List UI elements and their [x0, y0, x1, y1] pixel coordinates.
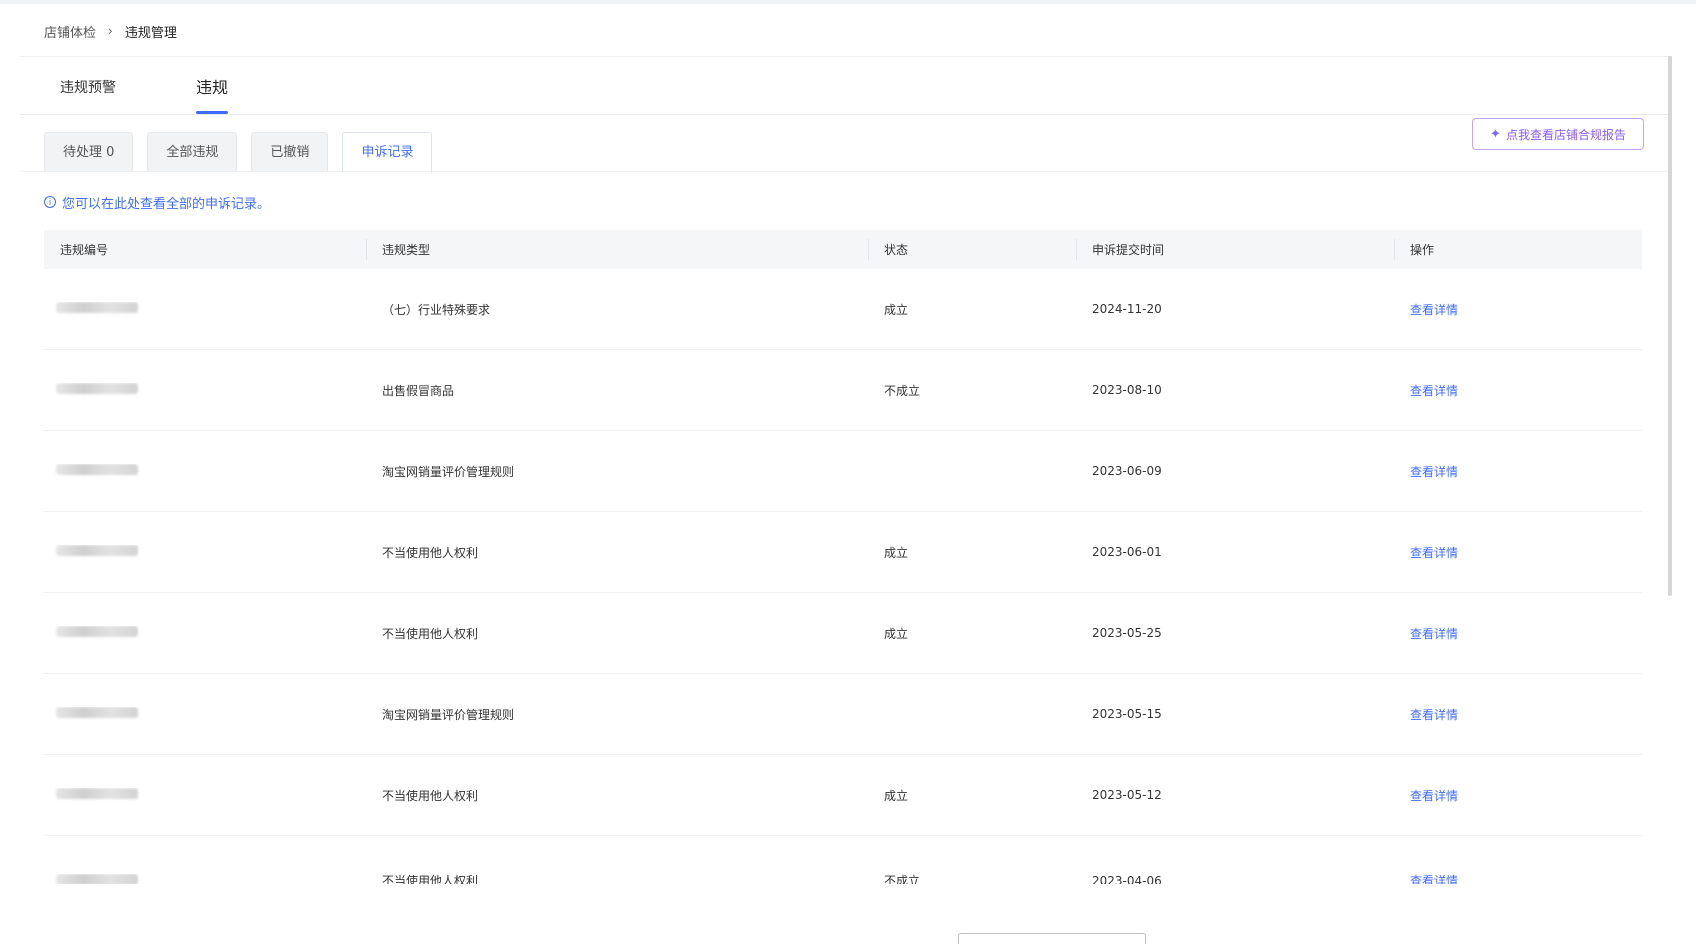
status-cell: 不成立 — [884, 874, 921, 884]
tab-violation-warning[interactable]: 违规预警 — [20, 62, 156, 114]
violation-type-cell: （七）行业特殊要求 — [382, 302, 491, 317]
vertical-scrollbar[interactable] — [1668, 56, 1672, 596]
column-header-submit-time: 申诉提交时间 — [1076, 230, 1394, 269]
view-details-link[interactable]: 查看详情 — [1410, 708, 1458, 722]
view-details-link[interactable]: 查看详情 — [1410, 465, 1458, 479]
appeal-records-table: 违规编号 违规类型 状态 申诉提交时间 操作 （七）行业特殊要求 成立 2024… — [44, 230, 1642, 884]
table-header: 违规编号 违规类型 状态 申诉提交时间 操作 — [44, 230, 1642, 269]
redacted-id — [56, 788, 138, 799]
violation-type-cell: 淘宝网销量评价管理规则 — [382, 707, 515, 722]
violation-type-cell: 不当使用他人权利 — [382, 626, 479, 641]
table-row: 出售假冒商品 不成立 2023-08-10 查看详情 — [44, 350, 1642, 431]
table-row: 不当使用他人权利 成立 2023-06-01 查看详情 — [44, 512, 1642, 593]
divider — [20, 171, 1672, 172]
main-tabs: 违规预警 违规 — [20, 62, 268, 114]
sub-tabs: 待处理 0 全部违规 已撤销 申诉记录 — [44, 132, 433, 173]
table-row: 不当使用他人权利 成立 2023-05-25 查看详情 — [44, 593, 1642, 674]
violation-id-cell — [44, 302, 366, 316]
submit-time-cell: 2023-06-01 — [1092, 545, 1162, 559]
top-border — [0, 0, 1696, 4]
chevron-right-icon: › — [108, 24, 113, 38]
violation-id-cell — [44, 464, 366, 478]
sparkle-icon: ✦ — [1490, 126, 1501, 142]
info-tip: i 您可以在此处查看全部的申诉记录。 — [44, 192, 270, 212]
redacted-id — [56, 874, 138, 884]
status-cell: 成立 — [884, 788, 909, 803]
violation-id-cell — [44, 788, 366, 802]
status-cell: 成立 — [884, 626, 909, 641]
subtab-revoked[interactable]: 已撤销 — [251, 132, 329, 172]
violation-type-cell: 不当使用他人权利 — [382, 545, 479, 560]
table-row: 不当使用他人权利 成立 2023-05-12 查看详情 — [44, 755, 1642, 836]
view-details-link[interactable]: 查看详情 — [1410, 546, 1458, 560]
breadcrumb-item-shop-check[interactable]: 店铺体检 — [44, 22, 96, 41]
violation-id-cell — [44, 626, 366, 640]
column-header-violation-type: 违规类型 — [366, 230, 868, 269]
column-header-status: 状态 — [868, 230, 1076, 269]
view-details-link[interactable]: 查看详情 — [1410, 384, 1458, 398]
subtab-appeal-records[interactable]: 申诉记录 — [342, 132, 433, 173]
submit-time-cell: 2023-05-15 — [1092, 707, 1162, 721]
violation-id-cell — [44, 874, 366, 884]
violation-id-cell — [44, 707, 366, 721]
submit-time-cell: 2023-05-25 — [1092, 626, 1162, 640]
compliance-report-label: 点我查看店铺合规报告 — [1505, 127, 1626, 142]
redacted-id — [56, 302, 138, 313]
redacted-id — [56, 383, 138, 394]
subtab-pending[interactable]: 待处理 0 — [44, 132, 134, 172]
redacted-id — [56, 464, 138, 475]
table-row: （七）行业特殊要求 成立 2024-11-20 查看详情 — [44, 269, 1642, 350]
violation-type-cell: 出售假冒商品 — [382, 383, 455, 398]
redacted-id — [56, 626, 138, 637]
tab-violation[interactable]: 违规 — [156, 62, 268, 114]
breadcrumb: 店铺体检 › 违规管理 — [44, 20, 177, 42]
view-details-link[interactable]: 查看详情 — [1410, 874, 1458, 884]
compliance-report-button[interactable]: ✦ 点我查看店铺合规报告 — [1472, 118, 1644, 150]
view-details-link[interactable]: 查看详情 — [1410, 303, 1458, 317]
table-row: 不当使用他人权利 不成立 2023-04-06 查看详情 — [44, 836, 1642, 884]
divider — [20, 114, 1672, 115]
violation-type-cell: 不当使用他人权利 — [382, 874, 479, 884]
subtab-all-violations[interactable]: 全部违规 — [147, 132, 238, 172]
violation-id-cell — [44, 383, 366, 397]
violation-type-cell: 不当使用他人权利 — [382, 788, 479, 803]
view-details-link[interactable]: 查看详情 — [1410, 789, 1458, 803]
submit-time-cell: 2023-06-09 — [1092, 464, 1162, 478]
info-tip-text: 您可以在此处查看全部的申诉记录。 — [62, 196, 271, 212]
info-icon: i — [44, 196, 56, 208]
view-details-link[interactable]: 查看详情 — [1410, 627, 1458, 641]
column-header-violation-id: 违规编号 — [60, 243, 109, 257]
redacted-id — [56, 707, 138, 718]
table-row: 淘宝网销量评价管理规则 2023-05-15 查看详情 — [44, 674, 1642, 755]
status-cell: 成立 — [884, 545, 909, 560]
divider — [20, 56, 1672, 57]
submit-time-cell: 2024-11-20 — [1092, 302, 1162, 316]
redacted-id — [56, 545, 138, 556]
violation-type-cell: 淘宝网销量评价管理规则 — [382, 464, 515, 479]
status-cell: 不成立 — [884, 383, 921, 398]
column-header-action: 操作 — [1394, 230, 1642, 269]
breadcrumb-item-current: 违规管理 — [124, 25, 177, 41]
submit-time-cell: 2023-04-06 — [1092, 874, 1162, 884]
submit-time-cell: 2023-05-12 — [1092, 788, 1162, 802]
status-cell: 成立 — [884, 302, 909, 317]
table-row: 淘宝网销量评价管理规则 2023-06-09 查看详情 — [44, 431, 1642, 512]
violation-id-cell — [44, 545, 366, 559]
submit-time-cell: 2023-08-10 — [1092, 383, 1162, 397]
